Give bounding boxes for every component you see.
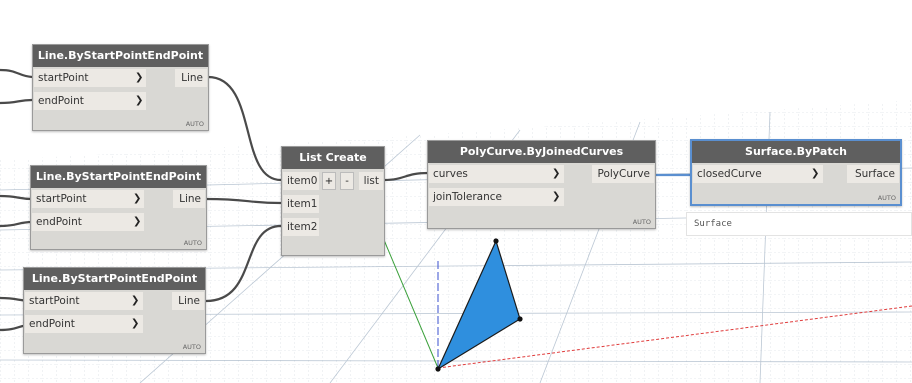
- node-title: Surface.ByPatch: [692, 141, 900, 163]
- wire: [0, 68, 33, 79]
- node-preview-bubble[interactable]: Surface: [686, 212, 912, 236]
- port-label: closedCurve: [697, 168, 762, 180]
- surface-node[interactable]: Surface.ByPatch closedCurve ❯ Surface AU…: [690, 139, 902, 206]
- output-port-surface[interactable]: Surface: [847, 165, 899, 183]
- vertex-point: [435, 366, 441, 372]
- lacing-label: AUTO: [632, 218, 651, 226]
- lacing-label: AUTO: [183, 239, 202, 247]
- chevron-right-icon: ❯: [135, 95, 144, 106]
- wire: [0, 98, 33, 105]
- port-label: joinTolerance: [433, 191, 502, 203]
- port-item0[interactable]: item0: [283, 172, 319, 190]
- node-title: Line.ByStartPointEndPoint: [31, 166, 206, 188]
- output-port-line[interactable]: Line: [173, 190, 205, 208]
- chevron-right-icon: ❯: [552, 168, 561, 179]
- chevron-right-icon: ❯: [133, 193, 142, 204]
- node-title: Line.ByStartPointEndPoint: [24, 268, 205, 290]
- port-startpoint[interactable]: startPoint ❯: [25, 292, 143, 310]
- port-closedcurve[interactable]: closedCurve ❯: [693, 165, 823, 183]
- lacing-label: AUTO: [182, 343, 201, 351]
- lacing-label: AUTO: [877, 194, 896, 202]
- vertex-point: [493, 238, 499, 244]
- output-port-polycurve[interactable]: PolyCurve: [592, 165, 654, 183]
- node-title: Line.ByStartPointEndPoint: [33, 45, 208, 67]
- add-input-button[interactable]: +: [322, 172, 336, 190]
- port-label: item0: [287, 175, 318, 187]
- port-startpoint[interactable]: startPoint ❯: [34, 69, 146, 87]
- polycurve-node[interactable]: PolyCurve.ByJoinedCurves curves ❯ joinTo…: [427, 140, 656, 229]
- port-label: endPoint: [29, 318, 75, 330]
- output-port-line[interactable]: Line: [172, 292, 204, 310]
- line-node-1[interactable]: Line.ByStartPointEndPoint startPoint ❯ e…: [32, 44, 209, 131]
- port-curves[interactable]: curves ❯: [429, 165, 564, 183]
- lacing-label: AUTO: [185, 120, 204, 128]
- port-startpoint[interactable]: startPoint ❯: [32, 190, 144, 208]
- node-title: PolyCurve.ByJoinedCurves: [428, 141, 655, 163]
- port-label: startPoint: [29, 295, 80, 307]
- chevron-right-icon: ❯: [552, 191, 561, 202]
- remove-input-button[interactable]: -: [340, 172, 354, 190]
- port-label: endPoint: [36, 216, 82, 228]
- port-endpoint[interactable]: endPoint ❯: [25, 315, 143, 333]
- list-create-node[interactable]: List Create item0 + - item1 item2 list: [281, 146, 385, 256]
- port-label: curves: [433, 168, 468, 180]
- chevron-right-icon: ❯: [135, 72, 144, 83]
- line-node-3[interactable]: Line.ByStartPointEndPoint startPoint ❯ e…: [23, 267, 206, 354]
- port-label: startPoint: [36, 193, 87, 205]
- port-item2[interactable]: item2: [283, 218, 319, 236]
- chevron-right-icon: ❯: [811, 168, 820, 179]
- output-port-list[interactable]: list: [359, 172, 383, 190]
- chevron-right-icon: ❯: [131, 295, 140, 306]
- output-port-line[interactable]: Line: [175, 69, 207, 87]
- port-label: endPoint: [38, 95, 84, 107]
- port-jointolerance[interactable]: joinTolerance ❯: [429, 188, 564, 206]
- port-label: item1: [287, 198, 318, 210]
- node-title: List Create: [282, 147, 384, 169]
- chevron-right-icon: ❯: [133, 216, 142, 227]
- port-item1[interactable]: item1: [283, 195, 319, 213]
- port-endpoint[interactable]: endPoint ❯: [34, 92, 146, 110]
- vertex-point: [517, 316, 523, 322]
- port-endpoint[interactable]: endPoint ❯: [32, 213, 144, 231]
- port-label: startPoint: [38, 72, 89, 84]
- port-label: item2: [287, 221, 318, 233]
- line-node-2[interactable]: Line.ByStartPointEndPoint startPoint ❯ e…: [30, 165, 207, 250]
- chevron-right-icon: ❯: [131, 318, 140, 329]
